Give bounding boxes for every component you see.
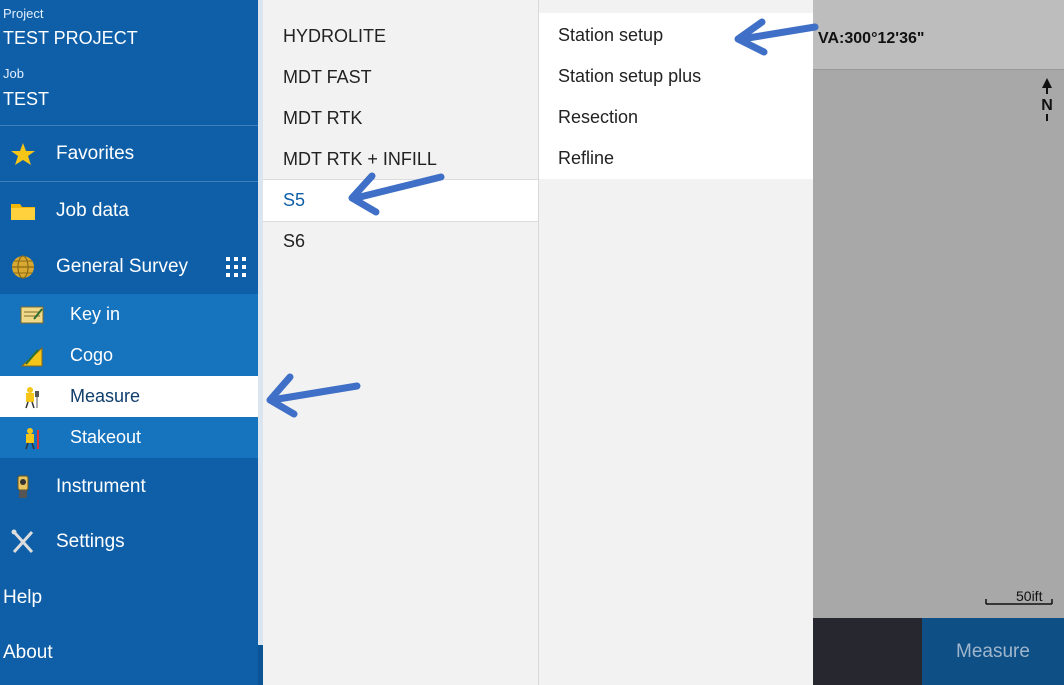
sub-item-label: Stakeout bbox=[70, 427, 142, 447]
nav-item-label: Instrument bbox=[56, 476, 146, 497]
job-name[interactable]: TEST bbox=[3, 89, 49, 110]
nav-item-favorites[interactable]: Favorites bbox=[0, 127, 258, 181]
sub-item-label: Key in bbox=[70, 304, 121, 324]
menu-item-station-setup[interactable]: Station setup bbox=[558, 25, 663, 46]
style-item-mdt-rtk-infill[interactable]: MDT RTK + INFILL bbox=[283, 149, 437, 170]
nav-item-label: Favorites bbox=[56, 143, 135, 164]
project-label: Project bbox=[3, 6, 44, 21]
station-setup-submenu: Station setup Station setup plus Resecti… bbox=[539, 13, 813, 179]
key-in-icon bbox=[20, 306, 44, 323]
measure-surveyor-icon bbox=[25, 386, 39, 408]
style-item-s5[interactable]: S5 bbox=[283, 190, 305, 211]
style-item-s6[interactable]: S6 bbox=[283, 231, 305, 252]
measure-button[interactable]: Measure bbox=[922, 618, 1064, 685]
style-item-mdt-rtk[interactable]: MDT RTK bbox=[283, 108, 362, 129]
style-item-hydrolite[interactable]: HYDROLITE bbox=[283, 26, 386, 47]
project-name[interactable]: TEST PROJECT bbox=[3, 28, 138, 49]
nav-item-label: Job data bbox=[56, 200, 129, 221]
settings-tools-icon bbox=[11, 529, 34, 554]
nav-item-label: Settings bbox=[56, 531, 125, 552]
star-icon bbox=[11, 143, 35, 165]
style-item-mdt-fast[interactable]: MDT FAST bbox=[283, 67, 372, 88]
cogo-icon bbox=[20, 346, 43, 366]
north-arrow-icon: N bbox=[1041, 78, 1053, 121]
sub-item-stakeout[interactable]: Stakeout bbox=[0, 417, 258, 458]
menu-item-station-setup-plus[interactable]: Station setup plus bbox=[558, 66, 701, 87]
scale-label: 50ift bbox=[1016, 588, 1043, 604]
sub-item-label: Measure bbox=[70, 386, 141, 406]
menu-item-refline[interactable]: Refline bbox=[558, 148, 614, 169]
help-menu-item[interactable]: Help bbox=[3, 587, 42, 609]
folder-icon bbox=[11, 204, 35, 220]
sub-item-key-in[interactable]: Key in bbox=[0, 294, 258, 335]
north-label: N bbox=[1041, 97, 1053, 114]
divider bbox=[0, 125, 258, 126]
nav-item-instrument[interactable]: Instrument bbox=[0, 460, 258, 514]
sub-item-label: Cogo bbox=[70, 345, 114, 365]
instrument-icon bbox=[17, 475, 29, 498]
app-grid-icon[interactable] bbox=[225, 256, 247, 278]
globe-icon bbox=[12, 255, 34, 279]
sub-item-cogo[interactable]: Cogo bbox=[0, 335, 258, 376]
sub-item-measure[interactable]: Measure bbox=[0, 376, 258, 417]
map-view[interactable] bbox=[813, 0, 1064, 618]
nav-item-settings[interactable]: Settings bbox=[0, 515, 258, 569]
stakeout-surveyor-icon bbox=[25, 427, 39, 449]
job-label: Job bbox=[3, 66, 24, 81]
main-menu-sidebar: Project TEST PROJECT Job TEST Favorites … bbox=[0, 0, 258, 685]
divider bbox=[0, 181, 258, 182]
survey-style-list: HYDROLITE MDT FAST MDT RTK MDT RTK + INF… bbox=[263, 0, 539, 685]
about-menu-item[interactable]: About bbox=[3, 642, 53, 664]
menu-item-resection[interactable]: Resection bbox=[558, 107, 638, 128]
nav-item-label: General Survey bbox=[56, 256, 189, 277]
vertical-angle-readout: VA:300°12'36" bbox=[818, 30, 925, 47]
nav-item-general-survey[interactable]: General Survey bbox=[0, 240, 258, 294]
nav-item-job-data[interactable]: Job data bbox=[0, 183, 258, 239]
